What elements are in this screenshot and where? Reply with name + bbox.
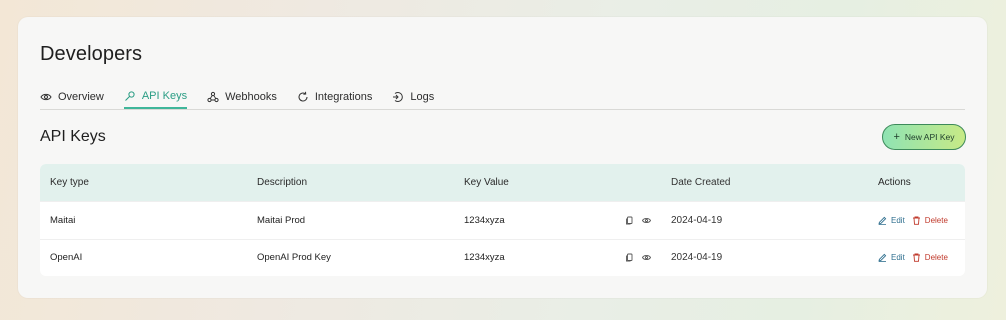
developers-card: Developers Overview API Keys Webhooks In… xyxy=(18,17,987,298)
cell-key-value: 1234xyza xyxy=(464,252,505,264)
page-title: Developers xyxy=(40,43,143,65)
plus-icon: + xyxy=(893,130,900,143)
edit-label: Edit xyxy=(891,253,905,263)
copy-icon[interactable] xyxy=(625,216,634,225)
cell-key-type: OpenAI xyxy=(50,252,83,264)
logs-icon xyxy=(392,91,404,103)
cell-key-type: Maitai xyxy=(50,214,76,226)
delete-label: Delete xyxy=(924,253,948,263)
tab-label: Integrations xyxy=(314,90,373,103)
table-row: OpenAI OpenAI Prod Key 1234xyza 2024-04-… xyxy=(40,238,965,277)
header-date-created: Date Created xyxy=(671,177,731,188)
row-actions: Edit Delete xyxy=(878,216,948,225)
pencil-icon xyxy=(878,254,887,263)
tab-integrations[interactable]: Integrations xyxy=(297,88,372,109)
trash-icon xyxy=(912,216,920,225)
edit-button[interactable]: Edit xyxy=(878,216,905,225)
tab-api-keys[interactable]: API Keys xyxy=(123,88,188,109)
cell-date-created: 2024-04-19 xyxy=(671,214,723,226)
tab-label: API Keys xyxy=(141,89,188,102)
key-icon xyxy=(124,90,136,102)
section-title: API Keys xyxy=(40,128,106,145)
tab-bar: Overview API Keys Webhooks Integrations … xyxy=(40,88,965,110)
delete-button[interactable]: Delete xyxy=(912,253,948,262)
cell-date-created: 2024-04-19 xyxy=(671,252,723,264)
table-row: Maitai Maitai Prod 1234xyza 2024-04-19 E… xyxy=(40,201,965,239)
table-header: Key type Description Key Value Date Crea… xyxy=(40,164,965,201)
trash-icon xyxy=(912,253,920,262)
pencil-icon xyxy=(878,216,887,225)
new-api-key-label: New API Key xyxy=(904,132,955,142)
cell-key-value: 1234xyza xyxy=(464,214,505,226)
eye-icon[interactable] xyxy=(642,253,651,262)
key-value-actions xyxy=(625,216,651,225)
header-key-value: Key Value xyxy=(464,177,509,188)
cell-description: OpenAI Prod Key xyxy=(257,252,331,264)
header-actions: Actions xyxy=(878,177,911,188)
cell-description: Maitai Prod xyxy=(257,214,306,226)
key-value-actions xyxy=(625,253,651,262)
header-key-type: Key type xyxy=(50,177,89,188)
delete-label: Delete xyxy=(924,215,948,225)
edit-button[interactable]: Edit xyxy=(878,253,905,262)
eye-icon[interactable] xyxy=(642,216,651,225)
copy-icon[interactable] xyxy=(625,253,634,262)
edit-label: Edit xyxy=(891,215,905,225)
tab-logs[interactable]: Logs xyxy=(392,88,434,109)
tab-label: Overview xyxy=(58,90,104,103)
new-api-key-button[interactable]: + New API Key xyxy=(882,124,966,150)
tab-overview[interactable]: Overview xyxy=(40,88,104,109)
row-actions: Edit Delete xyxy=(878,253,948,262)
eye-icon xyxy=(40,91,52,103)
header-description: Description xyxy=(257,177,308,188)
tab-webhooks[interactable]: Webhooks xyxy=(207,88,277,109)
refresh-icon xyxy=(297,91,309,103)
delete-button[interactable]: Delete xyxy=(912,216,948,225)
tab-label: Webhooks xyxy=(225,90,277,103)
tab-label: Logs xyxy=(410,90,435,103)
webhook-icon xyxy=(207,91,219,103)
api-keys-table: Key type Description Key Value Date Crea… xyxy=(40,164,965,276)
